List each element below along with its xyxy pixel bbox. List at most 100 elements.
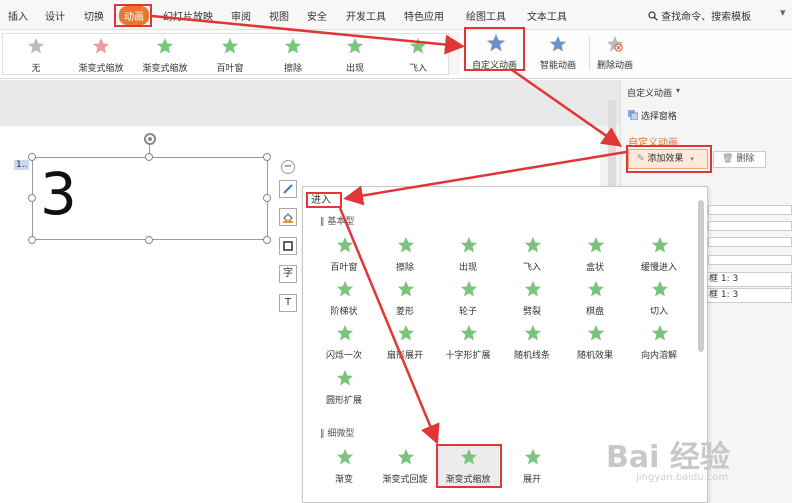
star-icon <box>587 324 605 341</box>
gallery-label: 飞入 <box>408 64 427 74</box>
gallery-item-fade-zoom-1[interactable]: 渐变式缩放 <box>70 34 132 74</box>
effect-label: 随机效果 <box>576 351 613 361</box>
gallery-item-wipe[interactable]: 擦除 <box>262 34 324 74</box>
pane-field[interactable] <box>708 255 792 265</box>
effect-peek-in[interactable]: 切入 <box>628 278 690 318</box>
effect-strips[interactable]: 阶梯状 <box>313 278 375 318</box>
resize-handle[interactable] <box>28 194 36 202</box>
effect-label: 圆形扩展 <box>325 396 362 406</box>
effect-label: 轮子 <box>458 307 477 317</box>
animation-list-item[interactable]: 框 1: 3 <box>706 288 792 303</box>
star-icon <box>346 37 364 54</box>
star-icon <box>460 324 478 341</box>
effect-label: 展开 <box>522 475 541 485</box>
menu-slideshow[interactable]: 幻灯片放映 <box>163 8 213 23</box>
menu-text-tools[interactable]: 文本工具 <box>527 8 567 23</box>
effect-random-bars[interactable]: 随机线条 <box>501 322 563 362</box>
gallery-label: 渐变式缩放 <box>142 64 188 74</box>
entrance-header[interactable]: 进入 <box>306 192 342 208</box>
pane-field[interactable] <box>708 205 792 215</box>
custom-animation-label: 自定义动画 <box>471 61 517 71</box>
menu-review[interactable]: 审阅 <box>231 8 251 23</box>
effect-plus[interactable]: 十字形扩展 <box>437 322 499 362</box>
star-icon <box>221 37 239 54</box>
effect-appear[interactable]: 出现 <box>437 234 499 274</box>
dropdown-scrollbar[interactable] <box>698 200 704 352</box>
baidu-watermark-url: jingyan.baidu.com <box>636 472 729 483</box>
menu-developer[interactable]: 开发工具 <box>346 8 386 23</box>
star-icon <box>460 280 478 297</box>
effect-fly-in[interactable]: 飞入 <box>501 234 563 274</box>
effect-fan-expand[interactable]: 扇形展开 <box>374 322 436 362</box>
delete-effect-button[interactable]: 🗑 删除 <box>713 151 766 168</box>
gallery-label: 百叶窗 <box>216 64 244 74</box>
command-search[interactable]: 查找命令、搜索模板 <box>648 8 751 23</box>
effect-random[interactable]: 随机效果 <box>564 322 626 362</box>
fill-icon[interactable] <box>279 208 297 226</box>
text-style-icon[interactable]: 字 <box>279 265 297 283</box>
resize-handle[interactable] <box>145 236 153 244</box>
effect-wipe[interactable]: 擦除 <box>374 234 436 274</box>
text-box-icon[interactable]: T <box>279 294 297 312</box>
gallery-item-fly-in[interactable]: 飞入 <box>387 34 449 74</box>
effect-blinds[interactable]: 百叶窗 <box>313 234 375 274</box>
animation-list-item[interactable]: 框 1: 3 <box>706 272 792 287</box>
pane-field[interactable] <box>708 237 792 247</box>
custom-animation-button[interactable]: 自定义动画 <box>464 27 525 71</box>
gallery-scrollbar[interactable] <box>448 33 460 75</box>
star-icon <box>336 324 354 341</box>
effect-expand[interactable]: 展开 <box>501 446 563 486</box>
effect-fade[interactable]: 渐变 <box>313 446 375 486</box>
menu-design[interactable]: 设计 <box>45 8 65 23</box>
rotate-handle-icon[interactable] <box>143 132 157 146</box>
effect-diamond[interactable]: 菱形 <box>374 278 436 318</box>
outline-icon[interactable] <box>279 237 297 255</box>
menu-view[interactable]: 视图 <box>269 8 289 23</box>
category-basic: ‖ 基本型 <box>320 217 355 227</box>
gallery-item-blinds[interactable]: 百叶窗 <box>199 34 261 74</box>
resize-handle[interactable] <box>263 153 271 161</box>
star-red-icon <box>92 37 110 54</box>
star-icon <box>651 324 669 341</box>
slide-text[interactable]: 3 <box>40 160 77 228</box>
pen-icon[interactable] <box>279 180 297 198</box>
pane-title-dropdown-icon[interactable]: ▾ <box>676 86 680 95</box>
collapse-icon[interactable]: − <box>281 160 295 174</box>
menu-security[interactable]: 安全 <box>307 8 327 23</box>
resize-handle[interactable] <box>28 236 36 244</box>
smart-animation-button[interactable]: 智能动画 <box>530 33 586 73</box>
highlight-animation-tab <box>114 4 152 27</box>
effect-dissolve-in[interactable]: 向内溶解 <box>628 322 690 362</box>
gallery-label: 渐变式缩放 <box>78 64 124 74</box>
delete-animation-button[interactable]: 删除动画 <box>593 33 637 73</box>
gallery-item-fade-zoom-2[interactable]: 渐变式缩放 <box>134 34 196 74</box>
effect-flash-once[interactable]: 闪烁一次 <box>313 322 375 362</box>
effect-wheel[interactable]: 轮子 <box>437 278 499 318</box>
resize-handle[interactable] <box>263 194 271 202</box>
star-icon <box>651 280 669 297</box>
menu-transition[interactable]: 切换 <box>84 8 104 23</box>
resize-handle[interactable] <box>263 236 271 244</box>
menu-drawing-tools[interactable]: 绘图工具 <box>466 8 506 23</box>
select-pane-button[interactable]: 选择窗格 <box>628 109 677 122</box>
effect-crawl-in[interactable]: 缓慢进入 <box>628 234 690 274</box>
menu-features[interactable]: 特色应用 <box>404 8 444 23</box>
pane-field[interactable] <box>708 221 792 231</box>
delete-effect-label: 删除 <box>736 154 755 164</box>
star-icon <box>156 37 174 54</box>
gallery-item-appear[interactable]: 出现 <box>324 34 386 74</box>
resize-handle[interactable] <box>145 153 153 161</box>
menu-insert[interactable]: 插入 <box>8 8 28 23</box>
effect-checkerboard[interactable]: 棋盘 <box>564 278 626 318</box>
effect-faded-swivel[interactable]: 渐变式回旋 <box>374 446 436 486</box>
gallery-item-none[interactable]: 无 <box>5 34 67 74</box>
effect-box[interactable]: 盒状 <box>564 234 626 274</box>
star-icon <box>524 324 542 341</box>
baidu-watermark: Bai 经验 <box>606 440 730 475</box>
smart-animation-icon <box>549 35 567 52</box>
effect-label: 出现 <box>458 263 477 273</box>
effect-circle[interactable]: 圆形扩展 <box>313 367 375 407</box>
ribbon-collapse-icon[interactable]: ▾ <box>780 6 786 19</box>
effect-split[interactable]: 劈裂 <box>501 278 563 318</box>
canvas-background <box>0 80 620 126</box>
